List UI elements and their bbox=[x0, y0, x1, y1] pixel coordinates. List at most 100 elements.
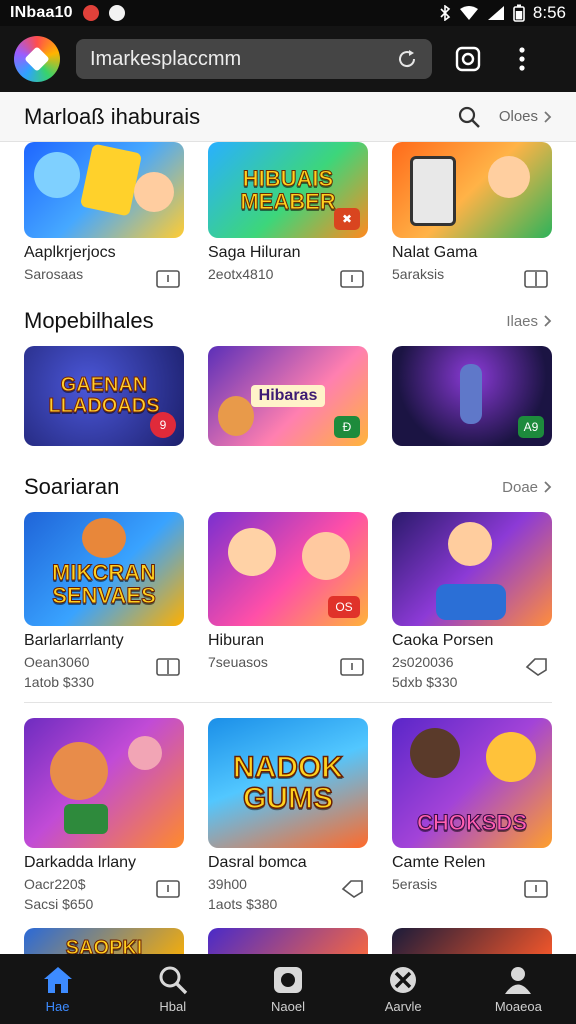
app-name: Darkadda lrlany bbox=[24, 854, 137, 871]
app-card[interactable]: Nalat Gama 5araksis bbox=[392, 142, 552, 288]
character-art bbox=[448, 522, 492, 566]
page-title: Marloaß ihaburais bbox=[24, 103, 201, 129]
section-title: Mopebilhales bbox=[24, 308, 154, 333]
app-name: Camte Relen bbox=[392, 854, 486, 871]
game-badge-icon: ✖ bbox=[334, 208, 360, 230]
app-name: Aaplkrjerjocs bbox=[24, 244, 116, 261]
app-card[interactable]: MIKCRAN SENVAES Barlarlarrlanty Oean3060… bbox=[24, 512, 184, 690]
install-icon[interactable] bbox=[524, 880, 548, 898]
app-thumbnail[interactable]: NADOK GUMS bbox=[208, 718, 368, 848]
tools-icon bbox=[390, 966, 417, 993]
section-header: Mopebilhales Ilaes bbox=[24, 308, 552, 334]
game-logo-text: GAENAN LLADOADS bbox=[48, 374, 160, 417]
character-art bbox=[228, 528, 276, 576]
notification-icon bbox=[82, 5, 99, 21]
signal-icon bbox=[487, 6, 504, 20]
see-all-link[interactable]: Oloes bbox=[499, 108, 552, 125]
see-all-link[interactable]: Doae bbox=[502, 479, 552, 496]
app-thumbnail[interactable]: CHOKSDS bbox=[392, 718, 552, 848]
page-header: Marloaß ihaburais Oloes bbox=[0, 92, 576, 142]
tag-icon[interactable] bbox=[340, 880, 364, 898]
app-thumbnail[interactable]: MIKCRAN SENVAES bbox=[24, 512, 184, 626]
app-card[interactable]: HIBUAIS MEABER ✖ Saga Hiluran 2eotx4810 bbox=[208, 142, 368, 288]
app-name: Caoka Porsen bbox=[392, 632, 494, 649]
app-thumbnail[interactable]: HIBUAIS MEABER ✖ bbox=[208, 142, 368, 238]
status-bar: INbaa10 8:56 bbox=[0, 0, 576, 26]
app-thumbnail[interactable]: Hibaras Ð bbox=[208, 346, 368, 446]
install-icon[interactable] bbox=[340, 658, 364, 676]
app-card[interactable]: Caoka Porsen 2s020036 5dxb $330 bbox=[392, 512, 552, 690]
battery-icon bbox=[513, 4, 525, 22]
clock: 8:56 bbox=[532, 3, 566, 22]
see-all-label: Doae bbox=[502, 478, 538, 496]
nav-profile[interactable]: Moaeoa bbox=[468, 965, 568, 1014]
reload-icon[interactable] bbox=[396, 48, 418, 70]
nav-label: Hbal bbox=[159, 998, 187, 1014]
app-card[interactable]: OS Hiburan 7seuasos bbox=[208, 512, 368, 676]
see-all-label: Ilaes bbox=[506, 312, 538, 330]
nav-label: Aarvle bbox=[384, 998, 422, 1014]
character-art bbox=[488, 156, 530, 198]
app-thumbnail[interactable]: GAENAN LLADOADS 9 bbox=[24, 346, 184, 446]
app-name: Dasral bomca bbox=[208, 854, 307, 871]
nav-tools[interactable]: Aarvle bbox=[353, 965, 453, 1014]
tag-icon[interactable] bbox=[524, 658, 548, 676]
book-icon[interactable] bbox=[524, 270, 548, 288]
app-card[interactable]: A9 bbox=[392, 346, 552, 446]
search-icon[interactable] bbox=[457, 105, 481, 129]
app-card[interactable]: Aaplkrjerjocs Sarosaas bbox=[24, 142, 184, 288]
browser-toolbar: Imarkesplaccmm bbox=[0, 26, 576, 92]
nav-label: Hae bbox=[45, 998, 70, 1014]
nav-home[interactable]: Hae bbox=[8, 965, 108, 1014]
address-bar[interactable]: Imarkesplaccmm bbox=[76, 39, 432, 79]
app-card[interactable]: GAENAN LLADOADS 9 bbox=[24, 346, 184, 446]
game-badge-icon: Ð bbox=[334, 416, 360, 438]
url-text[interactable]: Imarkesplaccmm bbox=[90, 48, 396, 71]
nav-search[interactable]: Hbal bbox=[123, 965, 223, 1014]
character-art bbox=[410, 728, 460, 778]
character-art bbox=[50, 742, 108, 800]
app-thumbnail[interactable] bbox=[392, 142, 552, 238]
character-art bbox=[436, 584, 506, 620]
book-icon[interactable] bbox=[156, 658, 180, 676]
game-logo-text: MIKCRAN SENVAES bbox=[52, 559, 157, 608]
game-badge-icon: 9 bbox=[150, 412, 176, 438]
wifi-icon bbox=[459, 6, 478, 20]
install-icon[interactable] bbox=[156, 880, 180, 898]
app-name: Saga Hiluran bbox=[208, 244, 301, 261]
library-icon bbox=[273, 966, 302, 993]
app-card[interactable]: NADOK GUMS Dasral bomca 39h00 1aots $380 bbox=[208, 718, 368, 912]
game-logo-text: Hibaras bbox=[250, 384, 326, 408]
card-art bbox=[79, 143, 143, 217]
divider bbox=[24, 702, 552, 703]
message-icon bbox=[108, 5, 125, 21]
app-thumbnail[interactable]: OS bbox=[208, 512, 368, 626]
app-logo-icon[interactable] bbox=[14, 36, 60, 82]
see-all-link[interactable]: Ilaes bbox=[506, 313, 552, 330]
section-header: Soariaran Doae bbox=[24, 474, 552, 500]
app-thumbnail[interactable]: A9 bbox=[392, 346, 552, 446]
game-logo-text: NADOK GUMS bbox=[232, 750, 344, 816]
app-thumbnail[interactable] bbox=[24, 718, 184, 848]
nav-label: Moaeoa bbox=[494, 998, 542, 1014]
section-title: Soariaran bbox=[24, 474, 120, 499]
home-icon bbox=[43, 966, 72, 993]
app-thumbnail[interactable] bbox=[24, 142, 184, 238]
app-card[interactable]: CHOKSDS Camte Relen 5erasis bbox=[392, 718, 552, 898]
app-name: Barlarlarrlanty bbox=[24, 632, 124, 649]
app-price: 1aots $380 bbox=[208, 896, 278, 912]
character-art bbox=[218, 396, 254, 436]
camera-button[interactable] bbox=[448, 39, 488, 79]
more-options-button[interactable] bbox=[502, 39, 542, 79]
app-card[interactable]: Darkadda lrlany Oacr220$ Sacsi $650 bbox=[24, 718, 184, 912]
game-badge-icon: A9 bbox=[518, 416, 544, 438]
chevron-right-icon bbox=[544, 315, 552, 327]
app-card[interactable]: Hibaras Ð bbox=[208, 346, 368, 446]
character-art bbox=[34, 152, 80, 198]
install-icon[interactable] bbox=[156, 270, 180, 288]
game-logo-text: CHOKSDS bbox=[416, 809, 527, 835]
install-icon[interactable] bbox=[340, 270, 364, 288]
nav-library[interactable]: Naoel bbox=[238, 965, 338, 1014]
carrier-label: INbaa10 bbox=[10, 4, 73, 21]
app-thumbnail[interactable] bbox=[392, 512, 552, 626]
